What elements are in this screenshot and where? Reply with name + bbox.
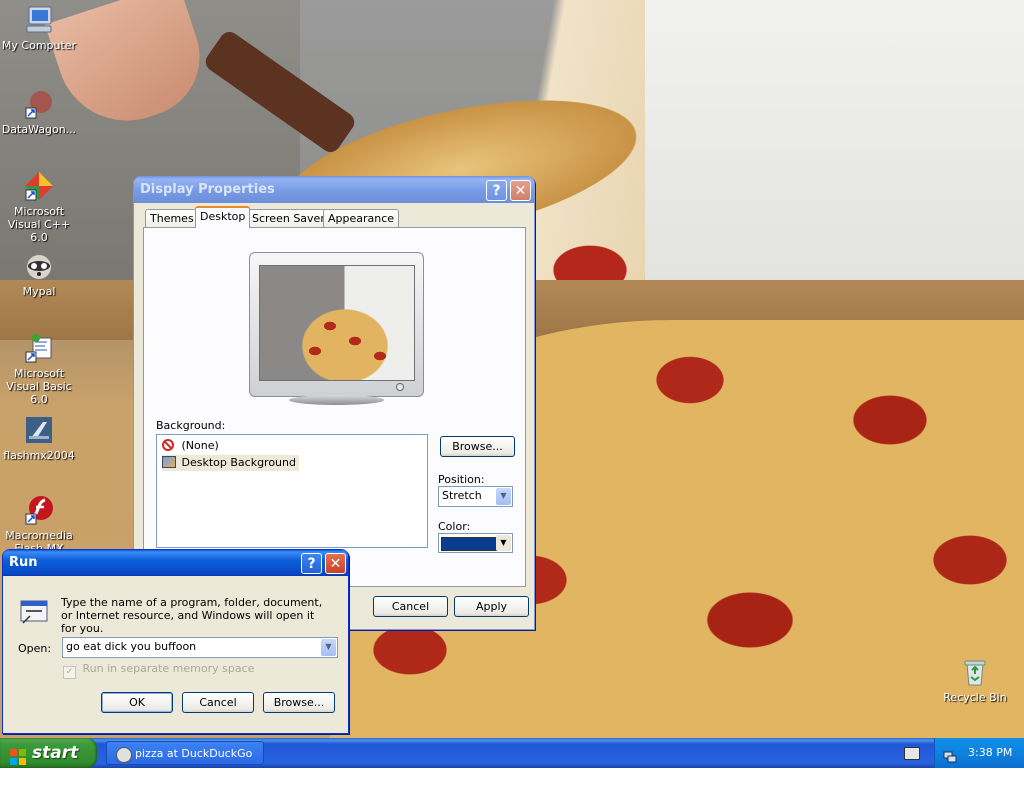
system-tray: 3:38 PM: [934, 738, 1024, 768]
mypal-browser-icon: [23, 250, 55, 282]
color-picker-button[interactable]: ▼: [438, 533, 513, 553]
windows-flag-icon: [10, 745, 26, 765]
checkbox-label: Run in separate memory space: [82, 662, 255, 675]
disabled-checkbox-icon: ✓: [63, 666, 76, 679]
browse-button[interactable]: Browse...: [440, 436, 515, 457]
desktop-tab-panel: Background: (None) Desktop Background Br…: [143, 227, 526, 587]
taskbar-item-label: pizza at DuckDuckGo ...: [135, 747, 253, 783]
run-titlebar[interactable]: Run ? ✕: [3, 550, 348, 576]
desktop-icon-my-computer[interactable]: My Computer: [0, 4, 78, 52]
desktop-icon-flashmx2004[interactable]: flashmx2004: [0, 414, 78, 462]
taskbar: start pizza at DuckDuckGo ... 3:38 PM: [0, 738, 1024, 783]
background-listbox[interactable]: (None) Desktop Background: [156, 434, 428, 548]
tab-appearance[interactable]: Appearance: [323, 209, 400, 227]
help-button[interactable]: ?: [486, 180, 507, 201]
tab-themes[interactable]: Themes: [145, 209, 199, 227]
position-select[interactable]: Stretch ▼: [438, 486, 513, 507]
cancel-button[interactable]: Cancel: [373, 596, 448, 617]
desktop-icon-visual-basic[interactable]: Microsoft Visual Basic 6.0: [0, 332, 78, 406]
visual-cpp-icon: [23, 170, 55, 202]
desktop-icon-label: Microsoft Visual C++ 6.0: [7, 205, 71, 244]
list-item-label: Desktop Background: [181, 456, 297, 469]
macromedia-flash-icon: [23, 494, 55, 526]
desktop-icon-label: Recycle Bin: [943, 691, 1007, 704]
help-button[interactable]: ?: [301, 553, 322, 574]
recycle-bin-icon: [959, 656, 991, 688]
open-combobox[interactable]: go eat dick you buffoon ▼: [62, 637, 338, 658]
browse-button[interactable]: Browse...: [263, 692, 335, 713]
close-icon: ✕: [514, 183, 527, 199]
start-button[interactable]: start: [0, 738, 97, 768]
list-item-label: (None): [181, 439, 219, 452]
background-label: Background:: [156, 419, 226, 432]
position-label: Position:: [438, 473, 485, 486]
my-computer-icon: [23, 4, 55, 36]
color-label: Color:: [438, 520, 471, 533]
close-button[interactable]: ✕: [510, 180, 531, 201]
run-body: Type the name of a program, folder, docu…: [6, 576, 345, 730]
run-dialog: Run ? ✕ Type the name of a program, fold…: [2, 549, 349, 734]
desktop-icon-label: DataWagon...: [1, 123, 77, 136]
chevron-down-icon: ▼: [496, 488, 511, 505]
close-icon: ✕: [329, 556, 342, 572]
help-icon: ?: [307, 556, 316, 572]
none-icon: [162, 439, 174, 451]
desktop-icon-mypal[interactable]: Mypal: [0, 250, 78, 298]
desktop-icon-label: Microsoft Visual Basic 6.0: [6, 367, 72, 406]
chevron-down-icon[interactable]: ▼: [321, 639, 336, 656]
visual-basic-icon: [23, 332, 55, 364]
position-value: Stretch: [442, 489, 482, 502]
color-swatch: [441, 537, 497, 551]
list-item[interactable]: (None): [162, 438, 219, 454]
shortcut-icon: [23, 88, 55, 120]
monitor-preview: [249, 252, 424, 405]
close-button[interactable]: ✕: [325, 553, 346, 574]
display-properties-titlebar[interactable]: Display Properties ? ✕: [134, 177, 534, 203]
tab-screen-saver[interactable]: Screen Saver: [247, 209, 330, 227]
desktop-icon-label: flashmx2004: [3, 449, 75, 462]
desktop-icon-datawagon[interactable]: DataWagon...: [0, 88, 78, 136]
desktop-icon-recycle-bin[interactable]: Recycle Bin: [936, 656, 1014, 704]
help-icon: ?: [492, 183, 501, 199]
run-program-icon: [18, 596, 50, 626]
flash-mx-icon: [23, 414, 55, 446]
desktop-icon-visual-cpp[interactable]: Microsoft Visual C++ 6.0: [0, 170, 78, 244]
apply-button[interactable]: Apply: [454, 596, 529, 617]
open-label: Open:: [18, 642, 52, 655]
mypal-browser-icon: [116, 747, 132, 763]
taskbar-item-browser[interactable]: pizza at DuckDuckGo ...: [106, 741, 264, 783]
window-title: Run: [9, 555, 38, 570]
monitor-stand: [289, 395, 384, 405]
image-file-icon: [162, 456, 176, 468]
preview-screen: [259, 265, 415, 381]
cancel-button[interactable]: Cancel: [182, 692, 254, 713]
network-icon[interactable]: [943, 746, 957, 763]
desktop-icon-label: Mypal: [22, 285, 56, 298]
clock[interactable]: 3:38 PM: [968, 738, 1012, 768]
window-title: Display Properties: [140, 182, 275, 197]
open-input[interactable]: go eat dick you buffoon: [66, 640, 196, 653]
tab-desktop[interactable]: Desktop: [195, 206, 251, 228]
desktop-icon-label: My Computer: [1, 39, 77, 52]
keyboard-icon[interactable]: [904, 747, 920, 760]
ok-button[interactable]: OK: [101, 692, 173, 713]
list-item-selected[interactable]: Desktop Background: [162, 455, 299, 471]
wallpaper-right-wall: [645, 0, 1024, 290]
chevron-down-icon: ▼: [496, 535, 511, 551]
power-led-icon: [396, 383, 404, 391]
start-label: start: [32, 743, 79, 763]
separate-memory-option: ✓ Run in separate memory space: [63, 662, 255, 679]
run-description: Type the name of a program, folder, docu…: [61, 596, 323, 635]
